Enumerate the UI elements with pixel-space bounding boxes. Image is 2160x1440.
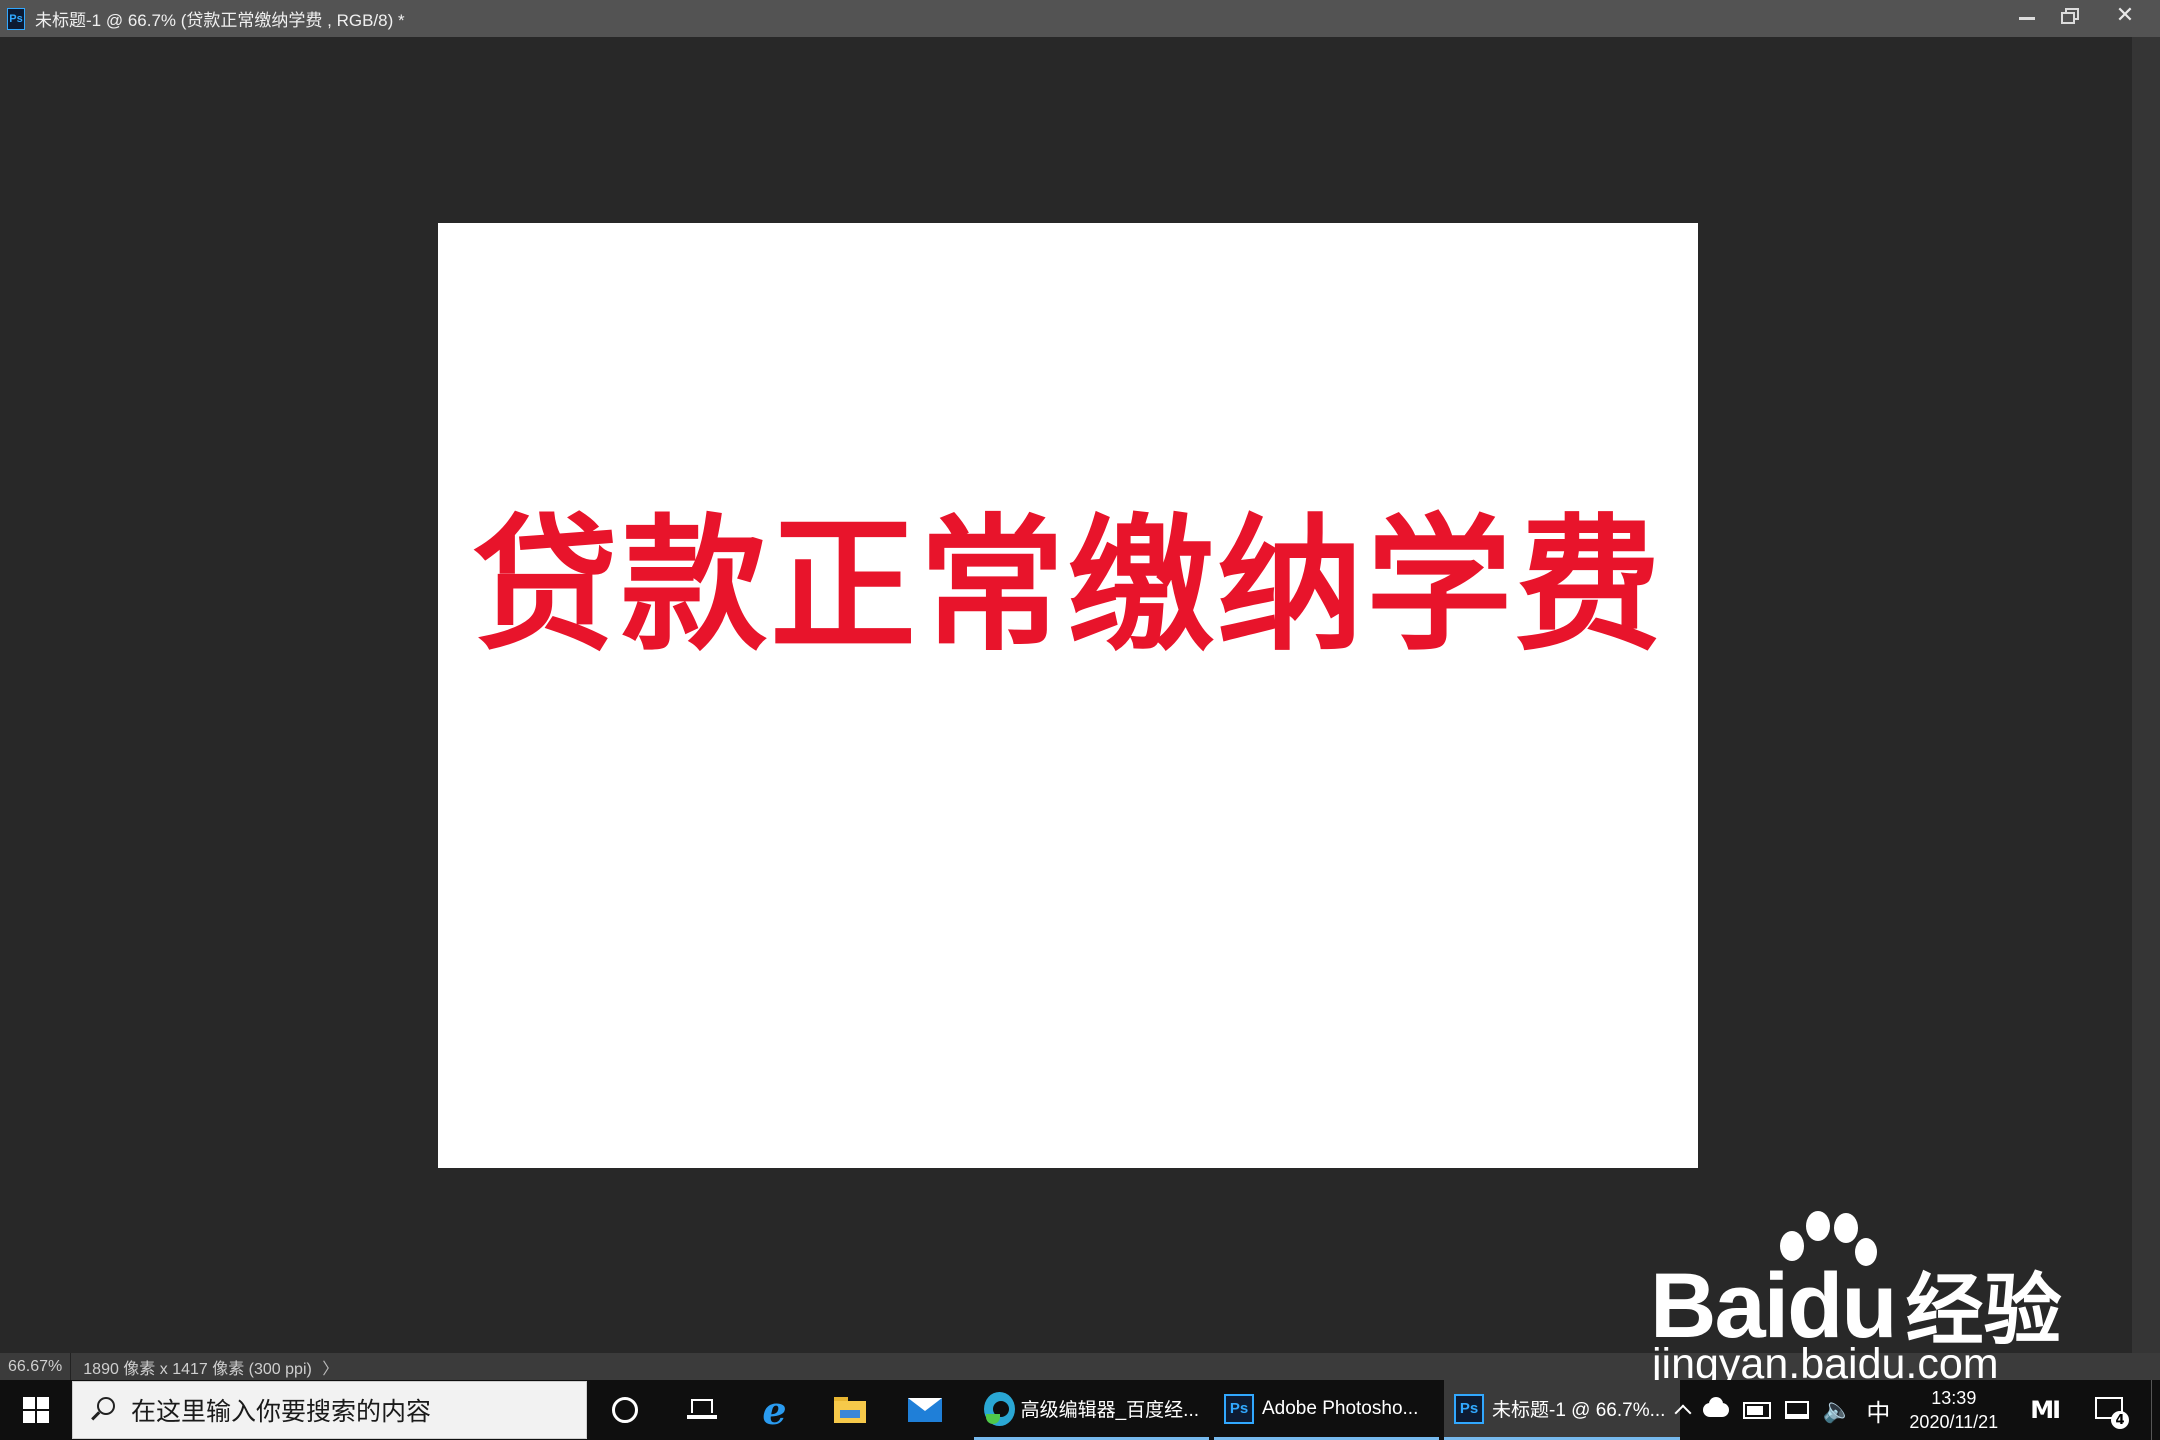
cloud-icon xyxy=(1702,1397,1729,1417)
close-icon: ✕ xyxy=(2115,2,2135,28)
taskbar-app-photoshop[interactable]: Ps Adobe Photosho... xyxy=(1214,1380,1439,1440)
right-panel-edge xyxy=(2132,37,2160,1380)
taskbar-app-label: Adobe Photosho... xyxy=(1262,1397,1419,1419)
chevron-up-icon xyxy=(1674,1404,1692,1422)
network-icon xyxy=(1784,1401,1809,1419)
clock-time: 13:39 xyxy=(1931,1388,1977,1408)
battery-icon xyxy=(1742,1401,1771,1419)
cortana-button[interactable] xyxy=(587,1380,662,1440)
taskbar-app-label: 高级编辑器_百度经... xyxy=(1020,1400,1199,1421)
document-title: 未标题-1 @ 66.7% (贷款正常缴纳学费 , RGB/8) * xyxy=(35,11,405,30)
onedrive-button[interactable] xyxy=(1696,1380,1736,1440)
restore-button[interactable] xyxy=(2048,0,2090,30)
start-button[interactable] xyxy=(0,1380,72,1440)
internet-explorer-icon: e xyxy=(762,1387,787,1433)
close-button[interactable]: ✕ xyxy=(2090,0,2160,30)
mi-icon: MI xyxy=(2030,1396,2061,1424)
mail-button[interactable] xyxy=(887,1380,962,1440)
cortana-icon xyxy=(611,1397,638,1423)
taskbar-app-photoshop-document[interactable]: Ps 未标题-1 @ 66.7%... xyxy=(1444,1380,1680,1440)
show-desktop-button[interactable] xyxy=(2151,1380,2160,1440)
internet-explorer-button[interactable]: e xyxy=(737,1380,812,1440)
document-info: 1890 像素 x 1417 像素 (300 ppi) 〉 xyxy=(71,1355,350,1379)
input-method-button[interactable]: 中 xyxy=(1859,1380,1897,1440)
window-controls: ✕ xyxy=(2006,0,2160,30)
taskbar-search-box[interactable]: 在这里输入你要搜索的内容 xyxy=(72,1381,587,1439)
system-tray: 🔈 中 13:39 2020/11/21 MI 4 xyxy=(1670,1380,2160,1440)
photoshop-icon: Ps xyxy=(1224,1393,1254,1424)
restore-icon xyxy=(2061,8,2079,24)
volume-button[interactable]: 🔈 xyxy=(1816,1380,1860,1440)
search-icon xyxy=(89,1397,115,1423)
windows-icon xyxy=(23,1397,49,1423)
taskbar-app-label: 未标题-1 @ 66.7%... xyxy=(1492,1400,1666,1421)
clock-date: 2020/11/21 xyxy=(1909,1412,1999,1432)
file-explorer-button[interactable] xyxy=(812,1380,887,1440)
volume-icon: 🔈 xyxy=(1822,1396,1853,1424)
ime-label: 中 xyxy=(1866,1398,1891,1427)
notification-badge: 4 xyxy=(2111,1411,2129,1429)
taskbar-app-edge[interactable]: 高级编辑器_百度经... xyxy=(974,1380,1209,1440)
photoshop-icon: Ps xyxy=(1454,1393,1484,1424)
show-hidden-icons-button[interactable] xyxy=(1670,1380,1696,1440)
edge-icon xyxy=(984,1391,1015,1426)
zoom-level[interactable]: 66.67% xyxy=(0,1353,72,1380)
clock[interactable]: 13:39 2020/11/21 xyxy=(1897,1386,2010,1434)
document-size: 1890 像素 x 1417 像素 (300 ppi) xyxy=(83,1360,312,1378)
mail-icon xyxy=(907,1398,942,1422)
task-view-icon xyxy=(686,1399,717,1421)
canvas-text-layer[interactable]: 贷款正常缴纳学费 xyxy=(438,468,1698,679)
mi-app-button[interactable]: MI xyxy=(2010,1380,2079,1440)
document-title-bar: Ps 未标题-1 @ 66.7% (贷款正常缴纳学费 , RGB/8) * ✕ xyxy=(0,0,2160,37)
taskbar: 在这里输入你要搜索的内容 e 高级编辑器_百度经... Ps Adobe Pho… xyxy=(0,1380,2160,1440)
task-view-button[interactable] xyxy=(662,1380,737,1440)
minimize-icon xyxy=(2019,16,2035,20)
search-placeholder: 在这里输入你要搜索的内容 xyxy=(131,1397,432,1426)
notification-center-button[interactable]: 4 xyxy=(2079,1380,2141,1440)
photoshop-icon: Ps xyxy=(7,7,25,30)
notification-icon: 4 xyxy=(2095,1397,2129,1429)
chevron-right-icon[interactable]: 〉 xyxy=(322,1361,338,1378)
minimize-button[interactable] xyxy=(2006,0,2048,30)
baidu-watermark: Baidu 经验 jingyan.baidu.com xyxy=(1650,1200,2062,1390)
folder-icon xyxy=(833,1397,866,1423)
network-button[interactable] xyxy=(1778,1380,1816,1440)
battery-button[interactable] xyxy=(1736,1380,1778,1440)
document-canvas[interactable]: 贷款正常缴纳学费 xyxy=(438,223,1698,1168)
